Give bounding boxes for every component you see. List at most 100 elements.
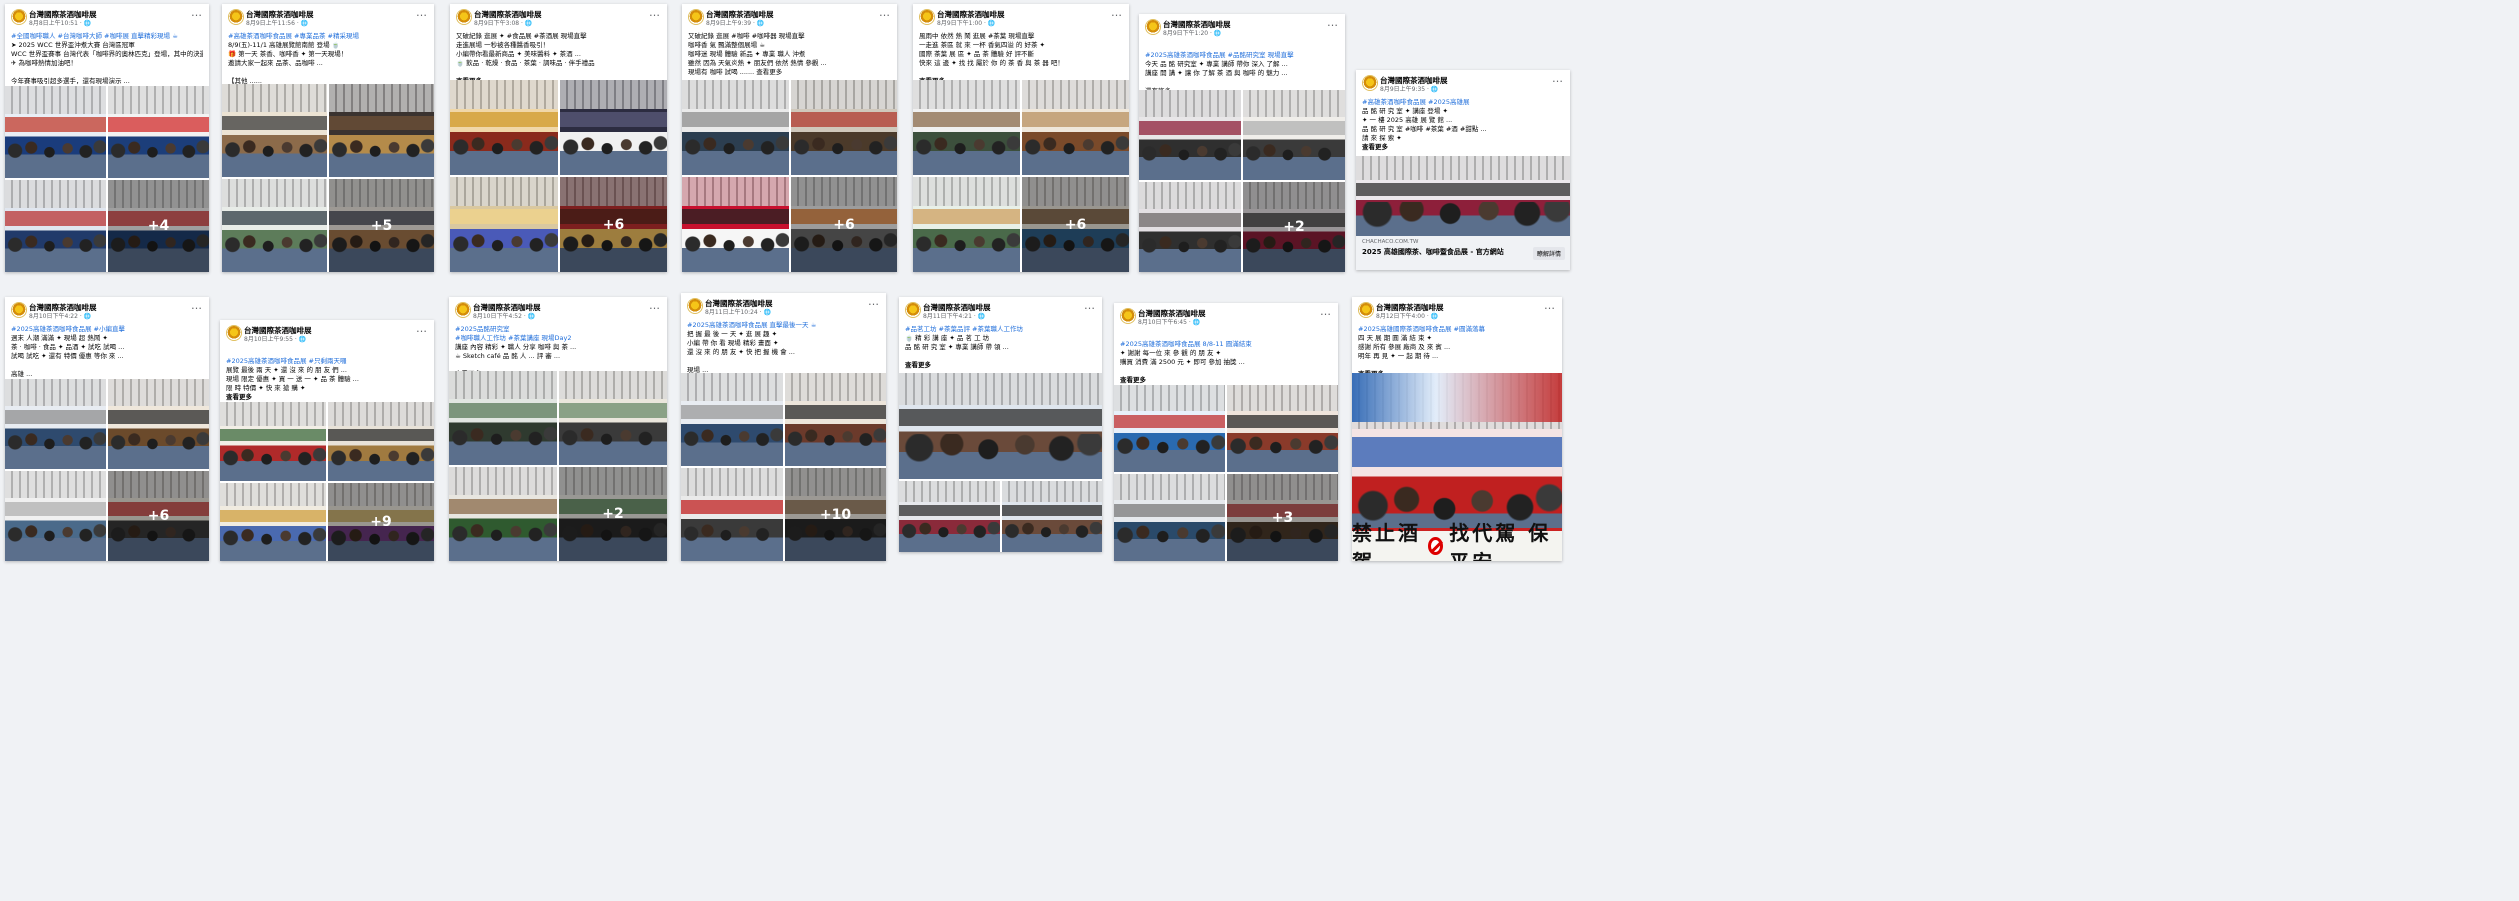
post-photo[interactable]: +3: [1227, 474, 1338, 561]
post-photo[interactable]: [681, 373, 783, 466]
post-date[interactable]: 8月9日上午11:56 · 🌐: [246, 18, 308, 27]
post-photo[interactable]: [1114, 474, 1225, 561]
post-date[interactable]: 8月12日下午4:00 · 🌐: [1376, 311, 1438, 320]
post-photo[interactable]: [899, 373, 1102, 479]
more-photos-count[interactable]: +4: [108, 180, 209, 272]
page-avatar[interactable]: [455, 302, 471, 318]
more-options-icon[interactable]: …: [1320, 305, 1332, 318]
post-date[interactable]: 8月9日下午1:00 · 🌐: [937, 18, 995, 27]
page-avatar[interactable]: [228, 9, 244, 25]
post-photo[interactable]: [450, 177, 558, 272]
post-photo[interactable]: [220, 483, 326, 561]
post-photo[interactable]: [5, 180, 106, 272]
post-photo[interactable]: +2: [1243, 182, 1345, 272]
post-date[interactable]: 8月10日下午4:52 · 🌐: [473, 311, 535, 320]
more-options-icon[interactable]: …: [649, 299, 661, 312]
post-date[interactable]: 8月10日下午4:22 · 🌐: [29, 311, 91, 320]
see-more-link[interactable]: 查看更多: [905, 361, 1096, 370]
more-options-icon[interactable]: …: [1327, 16, 1339, 29]
post-photo[interactable]: [682, 80, 789, 175]
page-avatar[interactable]: [688, 9, 704, 25]
post-photo[interactable]: [1227, 385, 1338, 472]
post-photo[interactable]: +5: [329, 179, 434, 272]
more-options-icon[interactable]: …: [649, 6, 661, 19]
post-photo[interactable]: [449, 467, 557, 561]
post-photo[interactable]: [5, 471, 106, 561]
page-avatar[interactable]: [226, 325, 242, 341]
post-photo[interactable]: +6: [791, 177, 897, 272]
more-photos-count[interactable]: +2: [1243, 182, 1345, 272]
post-photo[interactable]: [560, 80, 667, 175]
post-photo[interactable]: [682, 177, 789, 272]
page-avatar[interactable]: [1362, 75, 1378, 91]
post-photo[interactable]: [1114, 385, 1225, 472]
post-date[interactable]: 8月9日下午1:20 · 🌐: [1163, 28, 1221, 37]
post-photo[interactable]: +2: [559, 467, 667, 561]
post-photo[interactable]: +6: [108, 471, 209, 561]
post-photo[interactable]: [1139, 90, 1241, 180]
post-date[interactable]: 8月11日上午10:24 · 🌐: [705, 307, 771, 316]
more-photos-count[interactable]: +2: [559, 467, 667, 561]
page-avatar[interactable]: [905, 302, 921, 318]
more-options-icon[interactable]: …: [1084, 299, 1096, 312]
page-avatar[interactable]: [11, 9, 27, 25]
post-date[interactable]: 8月8日上午10:51 · 🌐: [29, 18, 91, 27]
post-date[interactable]: 8月9日下午3:08 · 🌐: [474, 18, 532, 27]
post-photo[interactable]: [222, 84, 327, 177]
post-photo[interactable]: +6: [1022, 177, 1129, 272]
post-photo[interactable]: [559, 371, 667, 465]
post-date[interactable]: 8月10日下午6:45 · 🌐: [1138, 317, 1200, 326]
post-photo[interactable]: +6: [560, 177, 667, 272]
post-photo[interactable]: +4: [108, 180, 209, 272]
post-photo[interactable]: [222, 179, 327, 272]
more-photos-count[interactable]: +6: [560, 177, 667, 272]
post-photo[interactable]: [785, 373, 886, 466]
post-photo[interactable]: +9: [328, 483, 434, 561]
post-photo[interactable]: [5, 86, 106, 178]
post-photo[interactable]: [899, 481, 1000, 552]
post-photo[interactable]: [328, 402, 434, 481]
post-photo[interactable]: +10: [785, 468, 886, 561]
link-preview[interactable]: CHACHACO.COM.TW 2025 高雄國際茶、咖啡暨食品展 - 官方網站…: [1356, 236, 1570, 270]
post-date[interactable]: 8月9日上午9:39 · 🌐: [706, 18, 764, 27]
more-options-icon[interactable]: …: [191, 299, 203, 312]
see-more-link[interactable]: 查看更多: [226, 393, 428, 402]
learn-more-button[interactable]: 瞭解詳情: [1532, 247, 1565, 260]
more-options-icon[interactable]: …: [416, 6, 428, 19]
more-photos-count[interactable]: +10: [785, 468, 886, 561]
more-photos-count[interactable]: +9: [328, 483, 434, 561]
more-options-icon[interactable]: …: [879, 6, 891, 19]
more-options-icon[interactable]: …: [1552, 72, 1564, 85]
post-date[interactable]: 8月10日上午9:55 · 🌐: [244, 334, 306, 343]
post-photo[interactable]: [5, 379, 106, 469]
post-photo[interactable]: [681, 468, 783, 561]
post-photo[interactable]: [108, 379, 209, 469]
post-photo[interactable]: [108, 86, 209, 178]
more-options-icon[interactable]: …: [416, 322, 428, 335]
see-more-link[interactable]: 查看更多: [1120, 376, 1332, 385]
post-photo[interactable]: [450, 80, 558, 175]
post-photo[interactable]: [1002, 481, 1102, 552]
post-photo[interactable]: [1356, 156, 1570, 236]
page-avatar[interactable]: [919, 9, 935, 25]
page-avatar[interactable]: [1145, 19, 1161, 35]
more-photos-count[interactable]: +3: [1227, 474, 1338, 561]
more-options-icon[interactable]: …: [1111, 6, 1123, 19]
more-photos-count[interactable]: +5: [329, 179, 434, 272]
post-photo[interactable]: [1022, 80, 1129, 175]
more-options-icon[interactable]: …: [868, 295, 880, 308]
post-photo[interactable]: [1243, 90, 1345, 180]
post-date[interactable]: 8月9日上午9:35 · 🌐: [1380, 84, 1438, 93]
post-photo[interactable]: [791, 80, 897, 175]
page-avatar[interactable]: [456, 9, 472, 25]
post-photo[interactable]: [329, 84, 434, 177]
see-more-link[interactable]: 查看更多: [1362, 143, 1564, 152]
more-options-icon[interactable]: …: [1544, 299, 1556, 312]
page-avatar[interactable]: [11, 302, 27, 318]
post-date[interactable]: 8月11日下午4:21 · 🌐: [923, 311, 985, 320]
post-photo[interactable]: [913, 177, 1020, 272]
post-photo[interactable]: [220, 402, 326, 481]
more-options-icon[interactable]: …: [191, 6, 203, 19]
more-photos-count[interactable]: +6: [1022, 177, 1129, 272]
page-avatar[interactable]: [1358, 302, 1374, 318]
